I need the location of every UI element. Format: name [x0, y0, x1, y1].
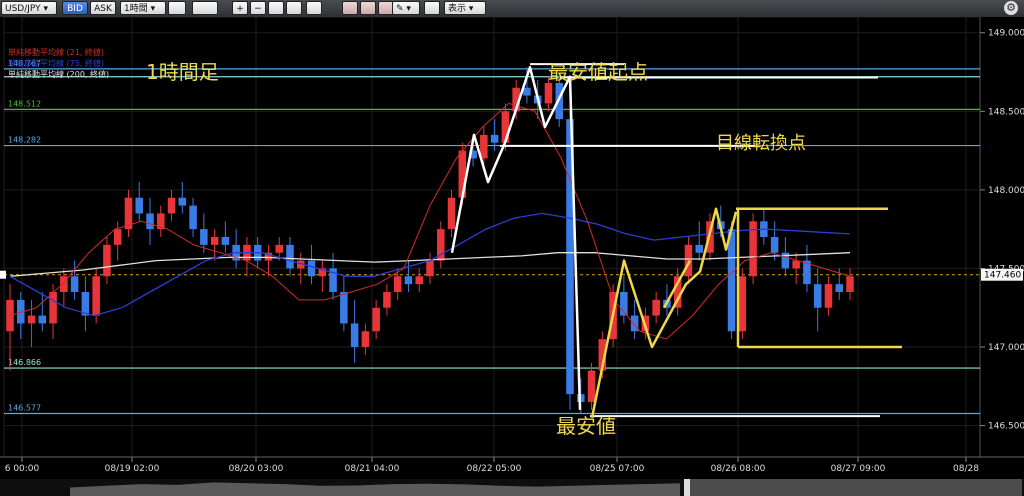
candle-body [727, 229, 736, 332]
candle-body [523, 87, 531, 96]
navigator[interactable] [0, 479, 1024, 496]
scale-icon[interactable] [286, 1, 302, 15]
x-tick-label: 08/21 04:00 [345, 464, 400, 474]
candle-body [792, 260, 800, 269]
price-level-label: 148.282 [8, 136, 41, 145]
candle-body [770, 237, 779, 253]
candle-body [404, 276, 413, 285]
timeframe-select[interactable]: 1時間 ▾ [120, 1, 166, 15]
candle-body [200, 229, 208, 245]
candle-body [27, 315, 36, 324]
candle-body [167, 197, 176, 214]
screenshot-icon[interactable] [424, 1, 440, 15]
candle-body [587, 370, 596, 402]
lowest-label: 最安値 [556, 414, 616, 438]
left-price-marker [0, 270, 6, 279]
y-tick-label: 147.000 [988, 343, 1024, 353]
candle-body [189, 205, 197, 230]
candle-body [447, 197, 456, 230]
candle-body [135, 197, 143, 214]
candle-body [490, 134, 499, 143]
candle-body [813, 284, 822, 308]
bid-button[interactable]: BID [62, 1, 88, 15]
legend-item: 単純移動平均線 (75, 終値) [8, 58, 104, 68]
timeframe-title: 1時間足 [146, 60, 219, 84]
candle-body [846, 276, 854, 292]
candle-body [210, 237, 219, 245]
x-tick-label: 08/28 [953, 464, 979, 474]
candle-body [340, 292, 348, 324]
x-tick-label: 08/27 09:00 [831, 464, 886, 474]
candle-body [286, 244, 294, 269]
toolbar: USD/JPY ▾ BID ASK 1時間 ▾ + − ✎ ▾ 表示 ▾ ⚙ [0, 0, 1024, 18]
indicator-legend: 単純移動平均線 (21, 終値)単純移動平均線 (75, 終値)単純移動平均線 … [8, 47, 109, 79]
grid-toggle-icon[interactable] [268, 1, 284, 15]
candle-body [275, 244, 283, 253]
candle-body [113, 229, 122, 245]
price-level-label: 146.866 [8, 358, 41, 367]
x-tick-label: 08/19 02:00 [105, 464, 160, 474]
chart-settings-icon[interactable] [168, 1, 186, 15]
lowest-start-label: 最安値起点 [548, 60, 648, 84]
x-tick-label: 08/20 03:00 [229, 464, 284, 474]
x-tick-label: 6 00:00 [5, 464, 40, 474]
candle-body [307, 260, 316, 277]
pen-tool-icon[interactable]: ✎ ▾ [392, 1, 420, 15]
candle-body [38, 315, 47, 324]
candle-body [738, 276, 747, 332]
candle-body [92, 276, 100, 316]
candle-body [652, 299, 660, 316]
x-tick-label: 08/25 07:00 [590, 464, 645, 474]
candle-body [383, 292, 391, 308]
candle-body [49, 292, 57, 324]
candle-body [835, 284, 843, 292]
gear-icon[interactable]: ⚙ [1004, 1, 1018, 15]
candle-body [695, 244, 703, 253]
draw-tool-icon[interactable] [342, 1, 358, 15]
candle-body [361, 331, 370, 347]
symbol-select[interactable]: USD/JPY ▾ [1, 1, 57, 15]
candle-body [221, 237, 230, 245]
display-menu[interactable]: 表示 ▾ [444, 1, 486, 15]
ask-button[interactable]: ASK [90, 1, 116, 15]
candle-body [824, 284, 833, 308]
draw-tool-2-icon[interactable] [360, 1, 376, 15]
legend-item: 単純移動平均線 (200, 終値) [8, 69, 109, 79]
chart-type-icon[interactable] [192, 1, 218, 15]
navigator-handle [684, 479, 690, 496]
zoom-in-icon[interactable]: + [232, 1, 248, 15]
candle-body [393, 276, 402, 292]
candle-body [372, 307, 380, 332]
candle-body [415, 276, 423, 285]
display-label: 表示 [448, 4, 467, 14]
zoom-out-icon[interactable]: − [250, 1, 266, 15]
legend-item: 単純移動平均線 (21, 終値) [8, 47, 104, 57]
y-tick-label: 148.000 [988, 186, 1024, 196]
reversal-point-label: 目線転換点 [716, 133, 806, 154]
y-tick-label: 149.000 [988, 29, 1024, 39]
price-level-label: 146.577 [8, 403, 41, 412]
candle-body [684, 244, 693, 277]
navigator-window [684, 479, 1022, 496]
candle-body [178, 197, 187, 206]
x-tick-label: 08/26 08:00 [711, 464, 766, 474]
candle-body [70, 276, 79, 292]
price-level-label: 148.512 [8, 99, 41, 108]
x-tick-label: 08/22 05:00 [467, 464, 522, 474]
price-chart[interactable]: 148.767148.512148.282146.866146.577 6 00… [0, 17, 1024, 496]
y-tick-label: 148.500 [988, 107, 1024, 117]
candle-body [146, 213, 154, 230]
symbol-label: USD/JPY [5, 4, 41, 14]
candle-body [350, 323, 359, 347]
candle-body [544, 83, 553, 104]
cursor-icon[interactable] [306, 1, 322, 15]
current-price-label: 147.460 [984, 271, 1021, 281]
timeframe-label: 1時間 [124, 4, 148, 14]
candle-body [458, 150, 467, 198]
candle-body [426, 260, 434, 277]
y-tick-label: 146.500 [988, 422, 1024, 432]
candle-body [103, 244, 111, 277]
candle-body [630, 315, 639, 332]
